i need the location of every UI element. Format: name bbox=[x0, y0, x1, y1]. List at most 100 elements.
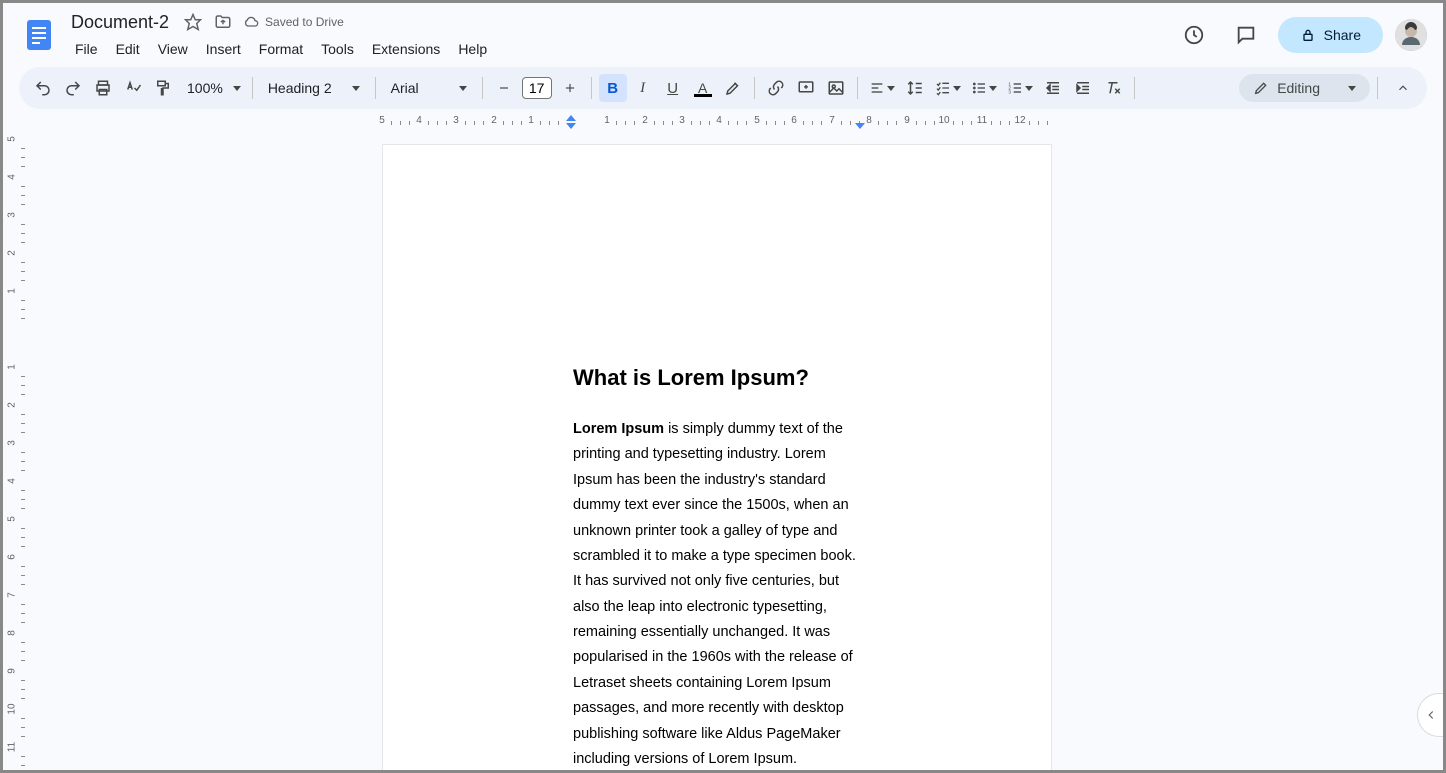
clear-formatting-button[interactable] bbox=[1099, 74, 1127, 102]
header-bar: Document-2 Saved to Drive File Edit View… bbox=[3, 3, 1443, 67]
menu-bar: File Edit View Insert Format Tools Exten… bbox=[67, 37, 1174, 61]
add-comment-button[interactable] bbox=[792, 74, 820, 102]
avatar[interactable] bbox=[1395, 19, 1427, 51]
toolbar: 100% Heading 2 Arial B I U A 123 Editing bbox=[19, 67, 1427, 109]
menu-tools[interactable]: Tools bbox=[313, 37, 362, 61]
title-area: Document-2 Saved to Drive File Edit View… bbox=[67, 10, 1174, 61]
collapse-toolbar-button[interactable] bbox=[1389, 74, 1417, 102]
underline-button[interactable]: U bbox=[659, 74, 687, 102]
ruler-number: 12 bbox=[1014, 115, 1025, 126]
ruler-number: 3 bbox=[7, 208, 18, 222]
ruler-number: 11 bbox=[977, 115, 987, 126]
ruler-number: 1 bbox=[7, 284, 18, 298]
spellcheck-button[interactable] bbox=[119, 74, 147, 102]
ruler-number: 4 bbox=[416, 115, 422, 126]
separator bbox=[591, 77, 592, 99]
move-folder-icon[interactable] bbox=[213, 12, 233, 32]
lock-icon bbox=[1300, 27, 1316, 43]
font-select[interactable]: Arial bbox=[383, 80, 475, 96]
ruler-number: 11 bbox=[7, 740, 18, 754]
ruler-number: 2 bbox=[491, 115, 497, 126]
increase-font-button[interactable] bbox=[556, 74, 584, 102]
chevron-down-icon bbox=[352, 86, 360, 91]
undo-button[interactable] bbox=[29, 74, 57, 102]
ruler-number: 1 bbox=[7, 360, 18, 374]
highlight-button[interactable] bbox=[719, 74, 747, 102]
bold-button[interactable]: B bbox=[599, 74, 627, 102]
chevron-down-icon bbox=[459, 86, 467, 91]
separator bbox=[754, 77, 755, 99]
document-title[interactable]: Document-2 bbox=[67, 10, 173, 35]
menu-view[interactable]: View bbox=[150, 37, 196, 61]
chevron-down-icon bbox=[953, 86, 961, 91]
italic-button[interactable]: I bbox=[629, 74, 657, 102]
ruler-number: 9 bbox=[7, 664, 18, 678]
comment-icon[interactable] bbox=[1226, 15, 1266, 55]
menu-extensions[interactable]: Extensions bbox=[364, 37, 448, 61]
editing-mode-button[interactable]: Editing bbox=[1239, 74, 1370, 102]
ruler-number: 1 bbox=[604, 115, 610, 126]
ruler-number: 3 bbox=[679, 115, 685, 126]
font-size-control bbox=[490, 74, 584, 102]
separator bbox=[482, 77, 483, 99]
star-icon[interactable] bbox=[183, 12, 203, 32]
insert-image-button[interactable] bbox=[822, 74, 850, 102]
chevron-down-icon bbox=[1348, 86, 1356, 91]
paragraph-style-select[interactable]: Heading 2 bbox=[260, 80, 368, 96]
menu-format[interactable]: Format bbox=[251, 37, 311, 61]
ruler-number: 8 bbox=[866, 115, 872, 126]
chevron-down-icon bbox=[233, 86, 241, 91]
document-canvas[interactable]: What is Lorem Ipsum? Lorem Ipsum is simp… bbox=[31, 131, 1443, 770]
menu-help[interactable]: Help bbox=[450, 37, 495, 61]
ruler-number: 4 bbox=[7, 170, 18, 184]
save-status[interactable]: Saved to Drive bbox=[243, 14, 344, 30]
print-button[interactable] bbox=[89, 74, 117, 102]
ruler-number: 2 bbox=[642, 115, 648, 126]
ruler-number: 9 bbox=[904, 115, 910, 126]
ruler-number: 6 bbox=[791, 115, 797, 126]
ruler-number: 4 bbox=[716, 115, 722, 126]
vertical-ruler[interactable]: 543211234567891011 bbox=[3, 131, 31, 770]
increase-indent-button[interactable] bbox=[1069, 74, 1097, 102]
separator bbox=[375, 77, 376, 99]
menu-insert[interactable]: Insert bbox=[198, 37, 249, 61]
menu-edit[interactable]: Edit bbox=[108, 37, 148, 61]
ruler-number: 5 bbox=[7, 512, 18, 526]
chevron-down-icon bbox=[887, 86, 895, 91]
numbered-list-button[interactable]: 123 bbox=[1003, 74, 1037, 102]
separator bbox=[252, 77, 253, 99]
menu-file[interactable]: File bbox=[67, 37, 106, 61]
ruler-number: 7 bbox=[7, 588, 18, 602]
insert-link-button[interactable] bbox=[762, 74, 790, 102]
checklist-button[interactable] bbox=[931, 74, 965, 102]
chevron-down-icon bbox=[1025, 86, 1033, 91]
redo-button[interactable] bbox=[59, 74, 87, 102]
zoom-select[interactable]: 100% bbox=[179, 74, 245, 102]
ruler-number: 7 bbox=[829, 115, 835, 126]
bulleted-list-button[interactable] bbox=[967, 74, 1001, 102]
ruler-number: 4 bbox=[7, 474, 18, 488]
docs-logo-icon[interactable] bbox=[19, 15, 59, 55]
paint-format-button[interactable] bbox=[149, 74, 177, 102]
ruler-number: 5 bbox=[379, 115, 385, 126]
align-button[interactable] bbox=[865, 74, 899, 102]
line-spacing-button[interactable] bbox=[901, 74, 929, 102]
color-bar-icon bbox=[694, 94, 712, 97]
chevron-down-icon bbox=[989, 86, 997, 91]
font-size-input[interactable] bbox=[522, 77, 552, 99]
history-icon[interactable] bbox=[1174, 15, 1214, 55]
separator bbox=[1377, 77, 1378, 99]
ruler-number: 5 bbox=[754, 115, 760, 126]
share-button[interactable]: Share bbox=[1278, 17, 1383, 53]
page[interactable]: What is Lorem Ipsum? Lorem Ipsum is simp… bbox=[383, 145, 1051, 770]
ruler-number: 10 bbox=[7, 702, 18, 716]
separator bbox=[1134, 77, 1135, 99]
horizontal-ruler[interactable]: 54321123456789101112 bbox=[3, 115, 1443, 131]
body-paragraph[interactable]: Lorem Ipsum is simply dummy text of the … bbox=[573, 417, 863, 770]
ruler-number: 10 bbox=[938, 115, 949, 126]
ruler-number: 2 bbox=[7, 246, 18, 260]
text-color-button[interactable]: A bbox=[689, 74, 717, 102]
decrease-font-button[interactable] bbox=[490, 74, 518, 102]
decrease-indent-button[interactable] bbox=[1039, 74, 1067, 102]
heading[interactable]: What is Lorem Ipsum? bbox=[573, 365, 979, 391]
